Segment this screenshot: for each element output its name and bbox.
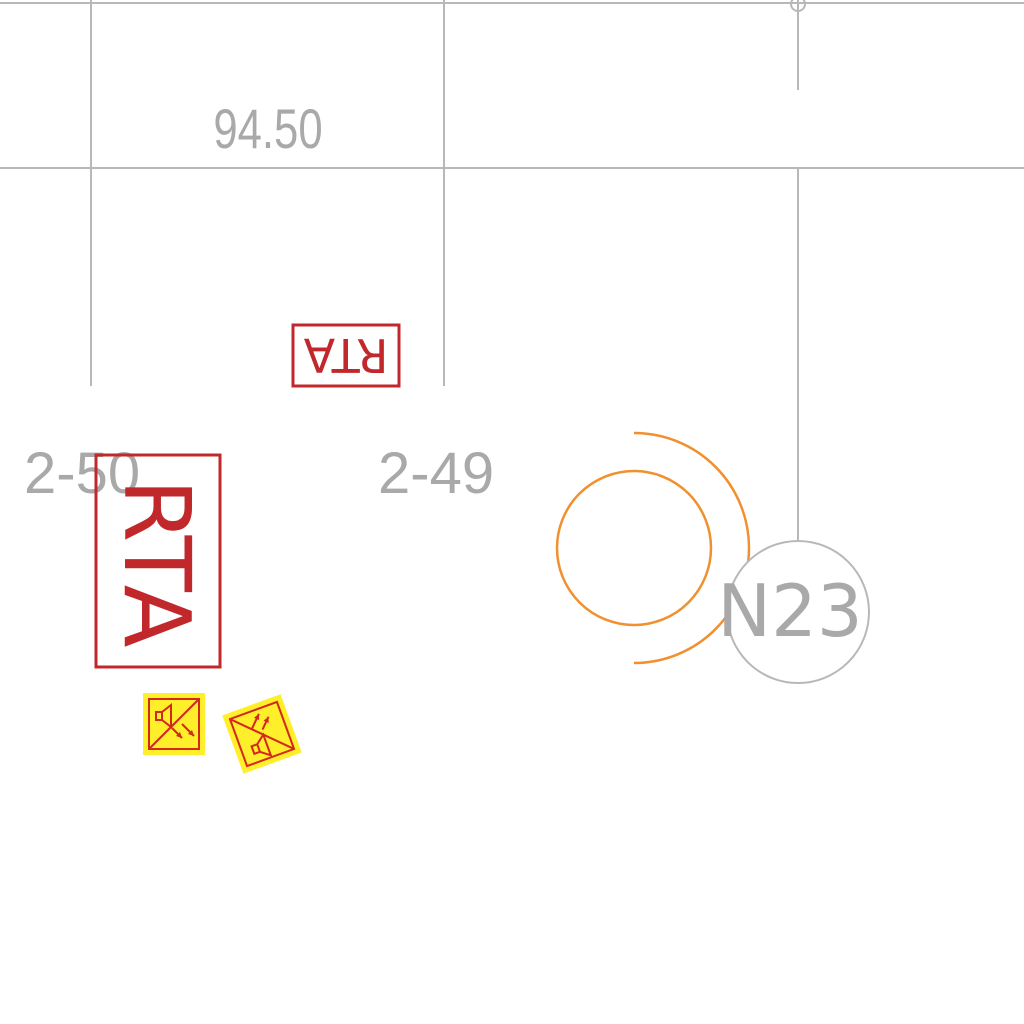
yellow-speaker-strobe-device-icon — [143, 693, 205, 755]
rta-tag-label: RTA — [103, 478, 210, 647]
rta-tag-vertical: RTA — [94, 453, 222, 669]
rta-tag-upside-down: RTA — [291, 323, 401, 388]
floor-plan-drawing: 94.50 2-50 2-49 RTA RTA N23 — [0, 0, 1024, 774]
dimension-label: 94.50 — [213, 98, 322, 160]
grid-marker: N23 — [717, 540, 870, 684]
yellow-speaker-strobe-device-rotated-icon — [222, 694, 302, 774]
orange-inner-circle — [555, 469, 713, 627]
room-label-2-49: 2-49 — [378, 441, 494, 506]
rta-tag-label: RTA — [303, 328, 388, 382]
grid-lines — [0, 0, 1024, 541]
grid-marker-label: N23 — [717, 569, 862, 653]
